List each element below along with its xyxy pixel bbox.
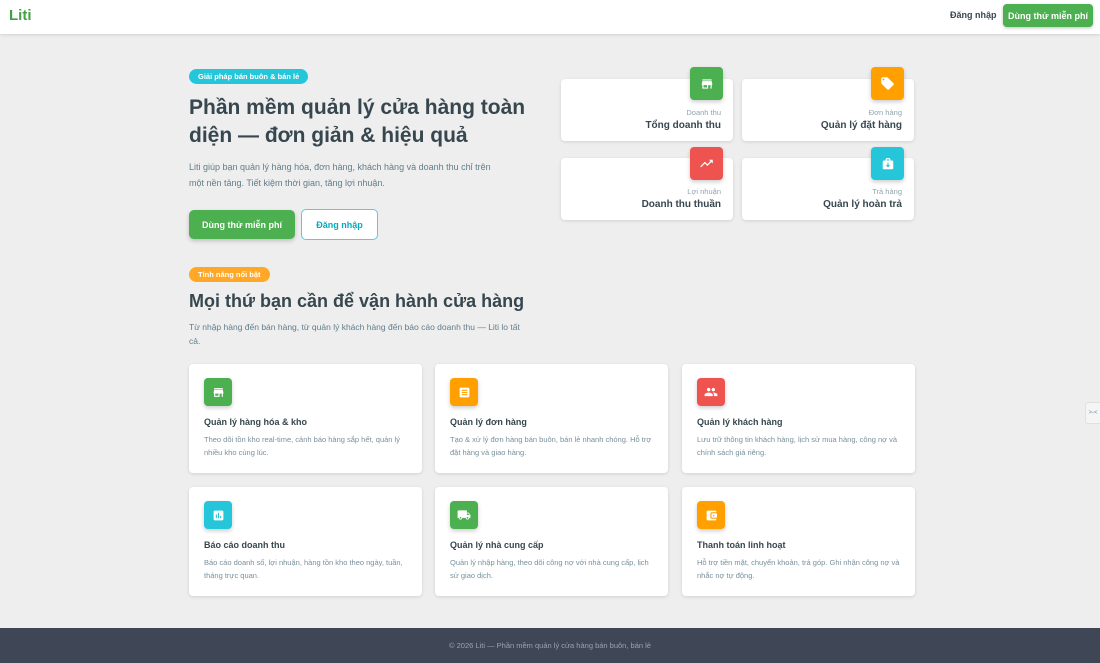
feature-title: Quản lý khách hàng bbox=[697, 417, 783, 427]
feature-description: Tạo & xử lý đơn hàng bán buôn, bán lẻ nh… bbox=[450, 435, 652, 457]
feature-card-suppliers: Quản lý nhà cung cấp Quản lý nhập hàng, … bbox=[435, 487, 668, 596]
header-trial-button[interactable]: Dùng thử miễn phí bbox=[1003, 4, 1093, 27]
footer-text: © 2026 Liti — Phần mềm quản lý cửa hàng … bbox=[449, 641, 651, 650]
feature-card-customers: Quản lý khách hàng Lưu trữ thông tin khá… bbox=[682, 364, 915, 473]
stat-value: Quản lý đặt hàng bbox=[820, 120, 902, 131]
feature-card-reports: Báo cáo doanh thu Báo cáo doanh số, lợi … bbox=[189, 487, 422, 596]
stat-value: Quản lý hoàn trả bbox=[823, 199, 902, 210]
people-icon bbox=[697, 378, 725, 406]
stat-label: Doanh thu bbox=[686, 108, 721, 117]
logo[interactable]: Liti bbox=[9, 7, 32, 24]
receipt-icon bbox=[450, 378, 478, 406]
footer: © 2026 Liti — Phần mềm quản lý cửa hàng … bbox=[0, 628, 1100, 663]
feature-title: Quản lý hàng hóa & kho bbox=[204, 417, 308, 427]
feature-card-payments: Thanh toán linh hoạt Hỗ trợ tiền mặt, ch… bbox=[682, 487, 915, 596]
feature-description: Quản lý nhập hàng, theo dõi công nợ với … bbox=[450, 558, 649, 580]
store-icon bbox=[690, 67, 723, 100]
feature-title: Quản lý nhà cung cấp bbox=[450, 540, 544, 550]
truck-icon bbox=[450, 501, 478, 529]
stat-value: Tổng doanh thu bbox=[645, 120, 721, 131]
feature-description: Lưu trữ thông tin khách hàng, lịch sử mu… bbox=[697, 435, 898, 457]
stat-label: Trả hàng bbox=[872, 187, 902, 196]
features-title: Mọi thứ bạn cần để vận hành cửa hàng bbox=[189, 291, 525, 311]
return-box-icon bbox=[871, 147, 904, 180]
hero-badge: Giải pháp bán buôn & bán lẻ bbox=[189, 69, 309, 84]
stat-value: Doanh thu thuần bbox=[641, 199, 721, 210]
feature-description: Theo dõi tồn kho real-time, cảnh báo hàn… bbox=[204, 435, 400, 457]
tag-icon bbox=[871, 67, 904, 100]
hero-title: Phần mềm quản lý cửa hàng toàn diện — đơ… bbox=[189, 96, 526, 147]
hero-trial-button[interactable]: Dùng thử miễn phí bbox=[189, 210, 295, 239]
bar-chart-icon bbox=[204, 501, 232, 529]
feature-card-inventory: Quản lý hàng hóa & kho Theo dõi tồn kho … bbox=[189, 364, 422, 473]
top-navbar: Liti Đăng nhập Dùng thử miễn phí bbox=[0, 0, 1100, 34]
wallet-icon bbox=[697, 501, 725, 529]
feature-title: Thanh toán linh hoạt bbox=[697, 540, 786, 550]
feature-description: Hỗ trợ tiền mặt, chuyển khoản, trả góp. … bbox=[697, 558, 900, 580]
features-badge: Tính năng nổi bật bbox=[189, 267, 270, 282]
stat-label: Lợi nhuận bbox=[687, 187, 721, 196]
header-login-link[interactable]: Đăng nhập bbox=[950, 10, 997, 20]
side-toggle-tab[interactable]: >-< bbox=[1085, 402, 1100, 424]
feature-card-orders: Quản lý đơn hàng Tạo & xử lý đơn hàng bá… bbox=[435, 364, 668, 473]
warehouse-icon bbox=[204, 378, 232, 406]
feature-title: Báo cáo doanh thu bbox=[204, 540, 285, 550]
feature-title: Quản lý đơn hàng bbox=[450, 417, 527, 427]
hero-login-button[interactable]: Đăng nhập bbox=[301, 209, 378, 240]
hero-description: Liti giúp bạn quản lý hàng hóa, đơn hàng… bbox=[189, 162, 491, 188]
feature-description: Báo cáo doanh số, lợi nhuận, hàng tồn kh… bbox=[204, 558, 403, 580]
trending-up-icon bbox=[690, 147, 723, 180]
stat-label: Đơn hàng bbox=[868, 108, 902, 117]
features-description: Từ nhập hàng đến bán hàng, từ quản lý kh… bbox=[189, 322, 520, 346]
